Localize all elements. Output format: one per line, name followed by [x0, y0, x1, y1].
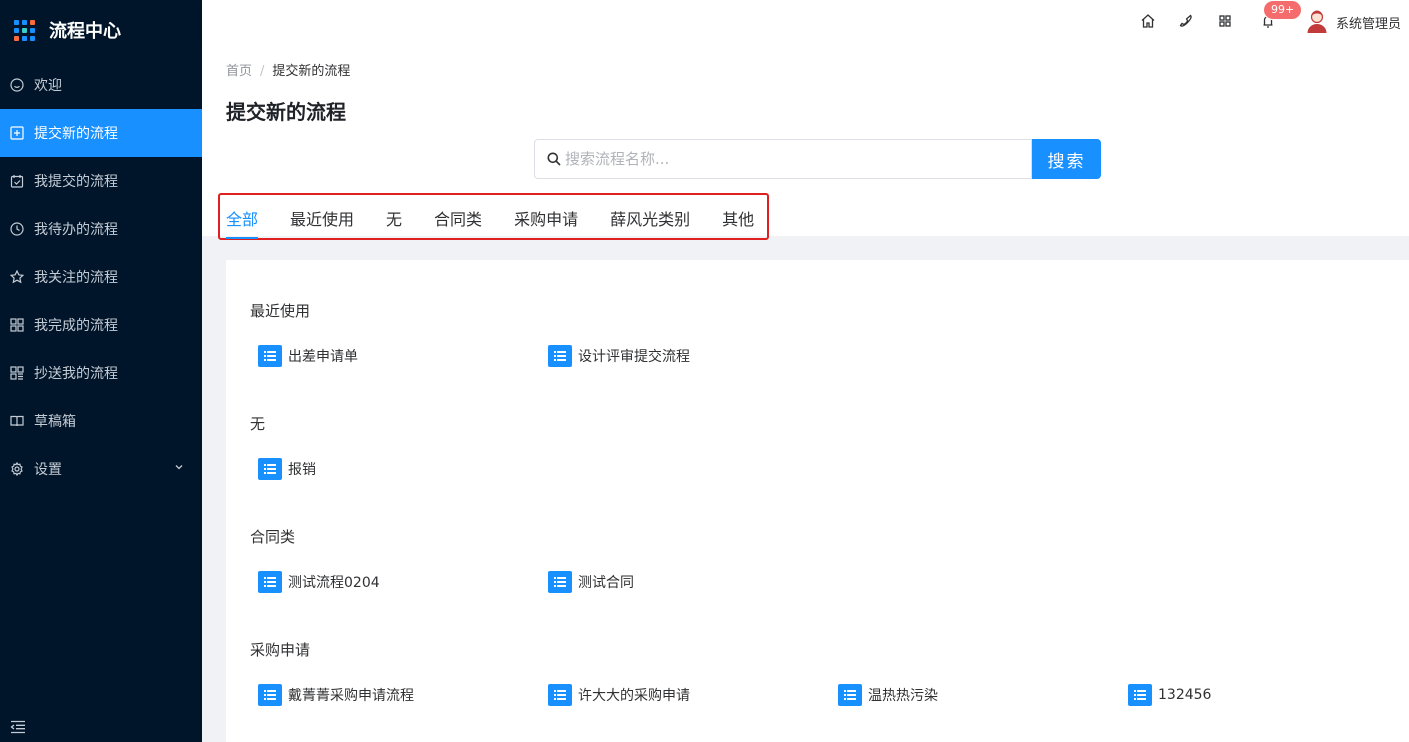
gear-icon — [10, 462, 24, 476]
process-item-label: 出差申请单 — [288, 349, 358, 365]
form-list-icon — [548, 345, 572, 367]
process-item[interactable]: 测试合同 — [548, 571, 634, 593]
process-item[interactable]: 出差申请单 — [258, 345, 358, 367]
process-item[interactable]: 报销 — [258, 458, 316, 480]
sidebar-item-label: 我提交的流程 — [34, 174, 118, 190]
sidebar-item-drafts[interactable]: 草稿箱 — [0, 397, 202, 445]
process-item[interactable]: 测试流程0204 — [258, 571, 380, 593]
tab-purchase[interactable]: 采购申请 — [514, 206, 578, 239]
sidebar-item-label: 欢迎 — [34, 78, 62, 94]
avatar[interactable] — [1306, 9, 1328, 33]
home-icon[interactable] — [1140, 13, 1156, 29]
phone-icon[interactable] — [1178, 13, 1194, 29]
top-header: 99+ 系统管理员 — [202, 0, 1409, 46]
form-list-icon — [258, 571, 282, 593]
process-item[interactable]: 温热热污染 — [838, 684, 938, 706]
process-item[interactable]: 许大大的采购申请 — [548, 684, 690, 706]
apps-icon[interactable] — [1217, 13, 1233, 29]
form-list-icon — [1128, 684, 1152, 706]
clock-icon — [10, 222, 24, 236]
page-title: 提交新的流程 — [226, 100, 346, 124]
process-item-label: 报销 — [288, 462, 316, 478]
process-item-label: 许大大的采购申请 — [578, 688, 690, 704]
sidebar-item-my-todo[interactable]: 我待办的流程 — [0, 205, 202, 253]
sidebar-item-label: 我关注的流程 — [34, 270, 118, 286]
search-box — [534, 139, 1032, 179]
sidebar-item-my-followed[interactable]: 我关注的流程 — [0, 253, 202, 301]
form-list-icon — [258, 458, 282, 480]
process-item[interactable]: 132456 — [1128, 684, 1211, 706]
form-list-icon — [258, 684, 282, 706]
tab-all[interactable]: 全部 — [226, 206, 259, 239]
process-item-label: 测试流程0204 — [288, 575, 380, 591]
breadcrumb: 首页 / 提交新的流程 — [226, 60, 350, 79]
process-item-label: 温热热污染 — [868, 688, 938, 704]
calendar-check-icon — [10, 174, 24, 188]
breadcrumb-separator: / — [260, 64, 265, 79]
tab-contract[interactable]: 合同类 — [434, 206, 482, 239]
page-header-panel: 首页 / 提交新的流程 提交新的流程 搜索 全部 最近使用 无 合同类 采购申请 薛… — [202, 46, 1409, 240]
chevron-down-icon[interactable] — [174, 462, 184, 472]
sidebar-item-label: 抄送我的流程 — [34, 366, 118, 382]
notification-badge: 99+ — [1263, 0, 1303, 20]
tab-other[interactable]: 其他 — [722, 206, 754, 239]
sidebar-item-label: 草稿箱 — [34, 414, 76, 430]
group-title-recent: 最近使用 — [250, 302, 311, 320]
sidebar-item-cc-to-me[interactable]: 抄送我的流程 — [0, 349, 202, 397]
sidebar-item-my-completed[interactable]: 我完成的流程 — [0, 301, 202, 349]
category-tabs: 全部 最近使用 无 合同类 采购申请 薛风光类别 其他 — [226, 206, 786, 239]
breadcrumb-current: 提交新的流程 — [272, 64, 351, 79]
username[interactable]: 系统管理员 — [1336, 13, 1401, 32]
sidebar-menu: 欢迎 提交新的流程 我提交的流程 我待办的流程 我关注的流程 我完成的流程 抄送… — [0, 61, 202, 493]
sidebar-item-label: 提交新的流程 — [34, 126, 118, 142]
book-icon — [10, 414, 24, 428]
sidebar: 流程中心 欢迎 提交新的流程 我提交的流程 我待办的流程 我关注的流程 我完成的… — [0, 0, 202, 742]
sidebar-item-welcome[interactable]: 欢迎 — [0, 61, 202, 109]
star-icon — [10, 270, 24, 284]
sidebar-item-label: 设置 — [34, 462, 62, 478]
plus-square-icon — [10, 126, 24, 140]
process-item-label: 设计评审提交流程 — [578, 349, 690, 365]
group-title-contract: 合同类 — [250, 528, 296, 546]
sidebar-item-label: 我完成的流程 — [34, 318, 118, 334]
brand[interactable]: 流程中心 — [0, 0, 202, 60]
sidebar-item-label: 我待办的流程 — [34, 222, 118, 238]
process-list-card: 最近使用 出差申请单 设计评审提交流程 无 报销 合同类 测试流程0204 测试… — [226, 260, 1409, 742]
tab-xue-category[interactable]: 薛风光类别 — [610, 206, 690, 239]
group-title-none: 无 — [250, 415, 266, 433]
grid-icon — [10, 318, 24, 332]
app-grid-logo-icon — [14, 19, 35, 41]
process-item-label: 132456 — [1158, 687, 1212, 703]
form-list-icon — [838, 684, 862, 706]
sidebar-item-submit-new[interactable]: 提交新的流程 — [0, 109, 202, 157]
smile-icon — [10, 78, 24, 92]
sidebar-item-my-submitted[interactable]: 我提交的流程 — [0, 157, 202, 205]
tab-none[interactable]: 无 — [386, 206, 402, 239]
apps-icon — [10, 366, 24, 380]
form-list-icon — [548, 571, 572, 593]
app-title: 流程中心 — [49, 21, 121, 42]
process-item-label: 测试合同 — [578, 575, 634, 591]
form-list-icon — [258, 345, 282, 367]
search-icon — [547, 152, 561, 166]
sidebar-item-settings[interactable]: 设置 — [0, 445, 202, 493]
search-button[interactable]: 搜索 — [1032, 139, 1101, 179]
search-input[interactable] — [565, 140, 1025, 178]
form-list-icon — [548, 684, 572, 706]
process-item[interactable]: 设计评审提交流程 — [548, 345, 690, 367]
group-title-purchase: 采购申请 — [250, 641, 311, 659]
process-item[interactable]: 戴菁菁采购申请流程 — [258, 684, 414, 706]
process-item-label: 戴菁菁采购申请流程 — [288, 688, 414, 704]
tab-recent[interactable]: 最近使用 — [290, 206, 354, 239]
breadcrumb-home[interactable]: 首页 — [226, 64, 252, 79]
collapse-menu-icon[interactable] — [10, 720, 26, 734]
